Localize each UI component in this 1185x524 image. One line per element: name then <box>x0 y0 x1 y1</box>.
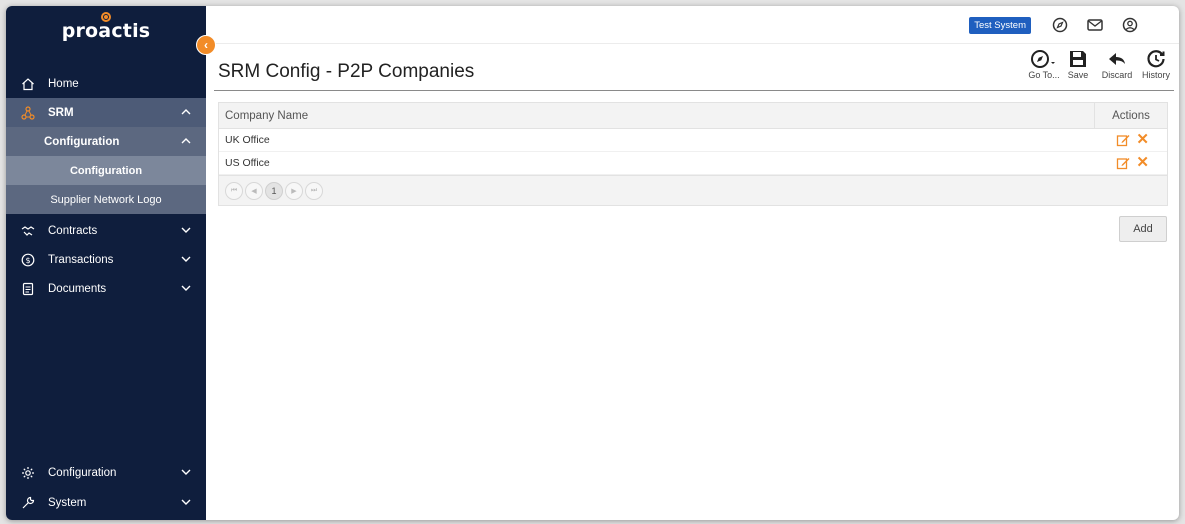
page-title: SRM Config - P2P Companies <box>218 61 475 82</box>
test-system-badge: Test System <box>969 17 1031 34</box>
svg-text:$: $ <box>25 256 30 265</box>
table-row[interactable]: US Office ✕ <box>219 152 1167 175</box>
delete-icon[interactable]: ✕ <box>1136 132 1149 147</box>
history-icon <box>1147 50 1165 68</box>
sidebar-item-label: Supplier Network Logo <box>50 193 162 206</box>
top-bar: Test System <box>206 6 1179 44</box>
save-button[interactable]: Save <box>1063 49 1093 80</box>
sidebar-item-configuration-bottom[interactable]: Configuration <box>6 458 206 487</box>
wrench-icon <box>18 496 38 510</box>
logo-mark-icon <box>101 12 111 22</box>
pager: ⏮ ◀ 1 ▶ ⏭ <box>219 175 1167 205</box>
compass-dropdown-icon <box>1031 50 1055 68</box>
previous-page-icon[interactable]: ◀ <box>245 181 263 200</box>
save-label: Save <box>1067 70 1089 80</box>
sidebar-item-label: Contracts <box>48 224 98 237</box>
company-name-cell: UK Office <box>225 134 270 146</box>
sidebar-item-srm[interactable]: SRM <box>6 98 206 127</box>
handshake-icon <box>18 224 38 238</box>
collapse-sidebar-button[interactable]: ‹ <box>196 35 216 55</box>
logo-text: proactis <box>61 20 151 42</box>
sidebar: proactis Home SRM Configuration Configur… <box>6 6 206 520</box>
sidebar-item-label: Home <box>48 77 79 90</box>
sidebar-item-supplier-network-logo[interactable]: Supplier Network Logo <box>6 185 206 214</box>
sidebar-item-system[interactable]: System <box>6 488 206 517</box>
current-page[interactable]: 1 <box>265 181 283 200</box>
sidebar-item-configuration[interactable]: Configuration <box>6 156 206 185</box>
sidebar-item-label: System <box>48 496 87 509</box>
sidebar-item-label: Configuration <box>69 164 143 177</box>
column-header-actions: Actions <box>1112 109 1150 122</box>
discard-button[interactable]: Discard <box>1095 49 1139 80</box>
sidebar-item-label: Transactions <box>48 253 114 266</box>
compass-icon[interactable] <box>1051 16 1069 34</box>
chevron-down-icon[interactable] <box>180 466 192 478</box>
user-icon[interactable] <box>1121 16 1139 34</box>
chevron-up-icon[interactable] <box>180 135 192 147</box>
sidebar-item-documents[interactable]: Documents <box>6 274 206 303</box>
companies-table: Company Name Actions UK Office ✕ US Offi… <box>218 102 1168 206</box>
sidebar-item-transactions[interactable]: $ Transactions <box>6 245 206 274</box>
edit-icon[interactable] <box>1116 133 1130 147</box>
sidebar-item-label: Configuration <box>44 135 120 148</box>
sidebar-item-label: Documents <box>48 282 107 295</box>
first-page-icon[interactable]: ⏮ <box>225 181 243 200</box>
app-window: proactis Home SRM Configuration Configur… <box>6 6 1179 520</box>
discard-label: Discard <box>1101 70 1133 80</box>
next-page-icon[interactable]: ▶ <box>285 181 303 200</box>
chevron-down-icon[interactable] <box>180 253 192 265</box>
sidebar-item-home[interactable]: Home <box>6 69 206 98</box>
document-icon <box>18 282 38 296</box>
home-icon <box>18 77 38 91</box>
column-header-company-name[interactable]: Company Name <box>219 103 1095 128</box>
network-icon <box>18 105 38 120</box>
sidebar-item-configuration-group[interactable]: Configuration <box>6 127 206 156</box>
row-actions: ✕ <box>1095 152 1167 174</box>
sidebar-item-label: Configuration <box>48 466 117 479</box>
chevron-up-icon[interactable] <box>180 106 192 118</box>
goto-label: Go To... <box>1028 70 1060 80</box>
mail-icon[interactable] <box>1086 16 1104 34</box>
edit-icon[interactable] <box>1116 156 1130 170</box>
row-actions: ✕ <box>1095 129 1167 151</box>
history-button[interactable]: History <box>1136 49 1176 80</box>
chevron-down-icon[interactable] <box>180 282 192 294</box>
table-row[interactable]: UK Office ✕ <box>219 129 1167 152</box>
add-button[interactable]: Add <box>1119 216 1167 242</box>
chevron-down-icon[interactable] <box>180 224 192 236</box>
title-divider <box>214 90 1174 91</box>
sidebar-item-contracts[interactable]: Contracts <box>6 216 206 245</box>
delete-icon[interactable]: ✕ <box>1136 155 1149 170</box>
chevron-down-icon[interactable] <box>180 496 192 508</box>
last-page-icon[interactable]: ⏭ <box>305 181 323 200</box>
table-header: Company Name Actions <box>219 103 1167 129</box>
gear-icon <box>18 466 38 480</box>
goto-button[interactable]: Go To... <box>1022 49 1066 80</box>
company-name-cell: US Office <box>225 157 270 169</box>
history-label: History <box>1141 70 1170 80</box>
dollar-circle-icon: $ <box>18 253 38 267</box>
sidebar-item-label: SRM <box>48 106 74 119</box>
logo[interactable]: proactis <box>6 12 206 42</box>
undo-arrow-icon <box>1109 53 1125 65</box>
save-icon <box>1070 51 1086 67</box>
